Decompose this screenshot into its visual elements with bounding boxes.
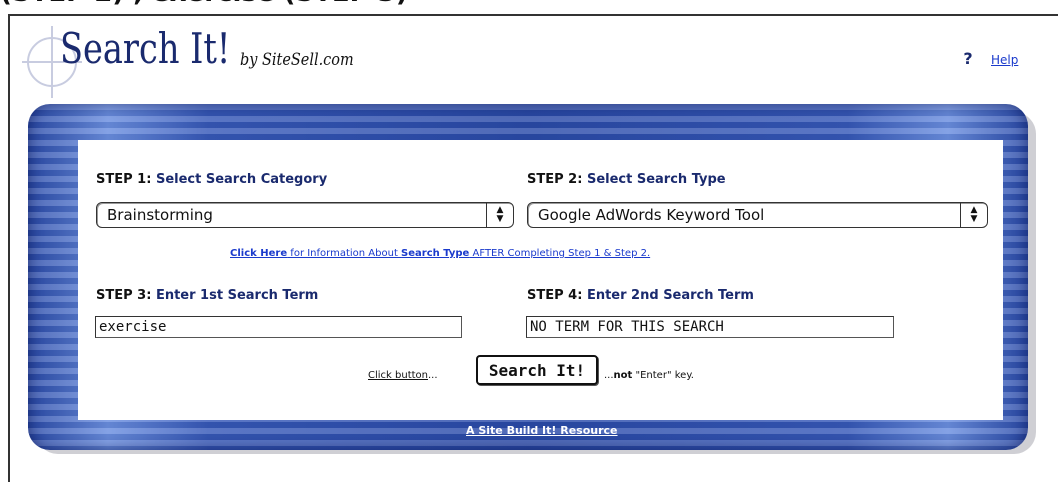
step1-prefix: STEP 1: [96, 172, 152, 187]
not-enter-tail: "Enter" key. [632, 370, 694, 381]
step2-label: Select Search Type [586, 172, 726, 187]
step1-heading: STEP 1: Select Search Category [96, 172, 327, 187]
not-enter-hint: ...not "Enter" key. [604, 370, 694, 381]
page-heading-cut: (STEP 2) , exercise (STEP 3) [0, 0, 408, 8]
info-mid-text: for Information About [287, 248, 402, 259]
info-tail-text: AFTER Completing Step 1 & Step 2. [469, 248, 651, 259]
step2-prefix: STEP 2: [527, 172, 583, 187]
search-type-info-link[interactable]: Click Here for Information About Search … [230, 248, 650, 259]
click-button-hint: Click button... [368, 370, 438, 381]
help-link[interactable]: Help [991, 53, 1018, 67]
step4-prefix: STEP 4: [527, 288, 583, 303]
step3-prefix: STEP 3: [96, 288, 152, 303]
click-button-text: Click button [368, 370, 428, 381]
step2-heading: STEP 2: Select Search Type [527, 172, 726, 187]
click-here-text[interactable]: Click Here [230, 248, 287, 259]
not-enter-bold: not [613, 370, 633, 381]
site-build-it-resource-link[interactable]: A Site Build It! Resource [466, 424, 618, 437]
step1-label: Select Search Category [155, 172, 328, 187]
category-select[interactable]: Brainstorming ▲ ▼ [96, 202, 514, 228]
select-arrows-icon[interactable]: ▲ ▼ [486, 203, 513, 227]
category-select-value: Brainstorming [107, 206, 213, 224]
search-type-text: Search Type [401, 248, 470, 259]
step3-heading: STEP 3: Enter 1st Search Term [96, 288, 318, 303]
not-enter-prefix: ... [604, 370, 614, 381]
select-arrows-icon[interactable]: ▲ ▼ [960, 203, 987, 227]
search-it-button[interactable]: Search It! [476, 355, 598, 385]
help-question-icon[interactable]: ? [958, 49, 978, 69]
logo-byline: by SiteSell.com [240, 50, 354, 70]
search-term-2-input[interactable]: NO TERM FOR THIS SEARCH [526, 316, 894, 338]
step3-label: Enter 1st Search Term [155, 288, 319, 303]
search-type-select-value: Google AdWords Keyword Tool [538, 206, 765, 224]
step4-label: Enter 2nd Search Term [586, 288, 754, 303]
step4-heading: STEP 4: Enter 2nd Search Term [527, 288, 754, 303]
search-term-1-input[interactable]: exercise [95, 316, 462, 338]
click-button-ellipsis: ... [428, 370, 438, 381]
logo-title: Search It! [60, 24, 231, 73]
search-type-select[interactable]: Google AdWords Keyword Tool ▲ ▼ [527, 202, 988, 228]
